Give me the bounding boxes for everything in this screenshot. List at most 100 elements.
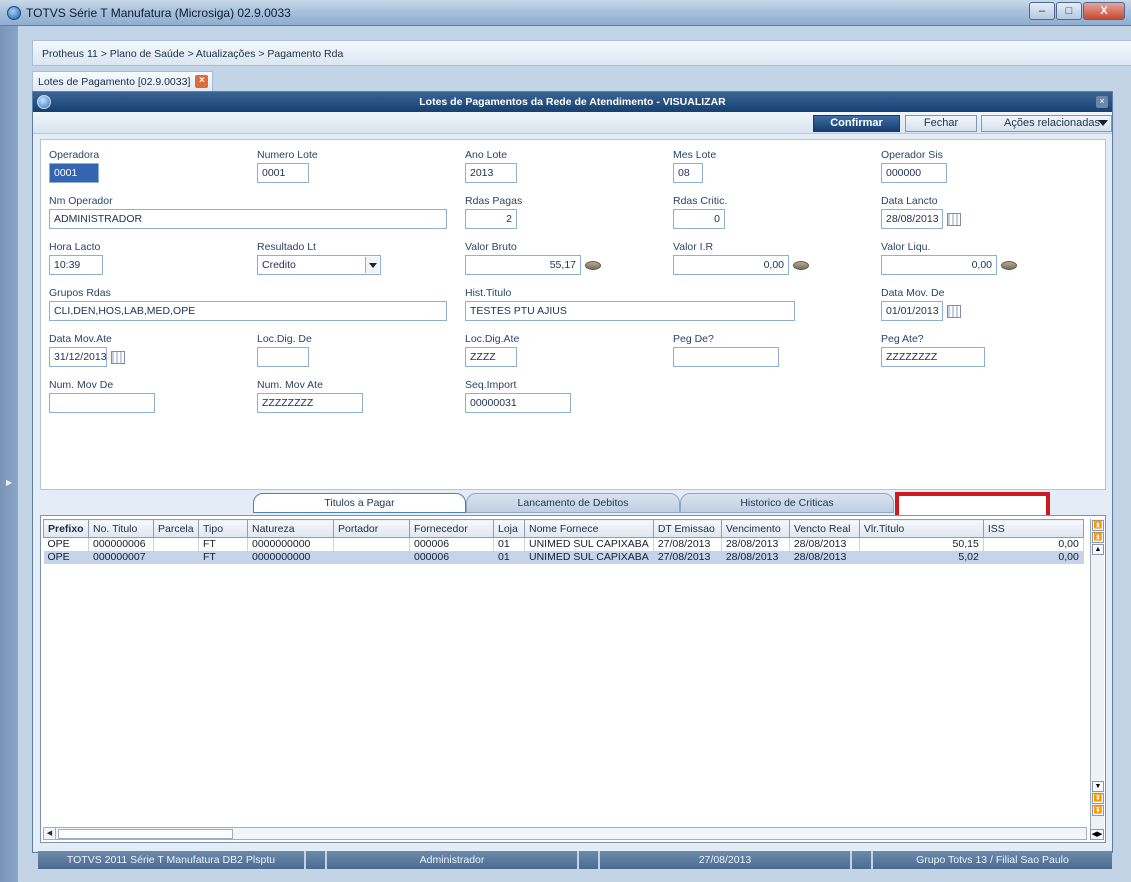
column-header[interactable]: No. Titulo: [88, 519, 154, 538]
num-mov-de-field: Num. Mov De: [49, 379, 155, 413]
column-header[interactable]: Vencimento: [720, 519, 790, 538]
table-row[interactable]: OPE 000000006 FT 0000000000 000006 01 UN…: [43, 537, 1084, 551]
table-cell: 0,00: [983, 537, 1084, 551]
calendar-icon[interactable]: [947, 305, 961, 318]
column-header[interactable]: DT Emissao: [652, 519, 722, 538]
scroll-thumb[interactable]: [58, 829, 233, 839]
app-icon: [7, 6, 21, 20]
form-panel: Operadora 0001 Numero Lote 0001 Ano Lote…: [40, 139, 1106, 490]
document-tab-label[interactable]: Lotes de Pagamento [02.9.0033]: [38, 76, 190, 88]
scroll-left-icon[interactable]: ◀: [44, 828, 56, 839]
table-cell: 50,15: [859, 537, 984, 551]
column-header[interactable]: Loja: [493, 519, 525, 538]
hora-lacto-input[interactable]: 10:39: [49, 255, 103, 275]
scroll-first-icon[interactable]: ⏫: [1092, 520, 1104, 531]
table-cell: [333, 550, 410, 564]
grupos-rdas-input[interactable]: CLI,DEN,HOS,LAB,MED,OPE: [49, 301, 447, 321]
status-bar: TOTVS 2011 Série T Manufatura DB2 Plsptu…: [38, 851, 1112, 869]
table-header-row: Prefixo No. Titulo Parcela Tipo Natureza…: [43, 519, 1084, 538]
loc-dig-de-input[interactable]: [257, 347, 309, 367]
column-header[interactable]: Portador: [333, 519, 410, 538]
ano-lote-input[interactable]: 2013: [465, 163, 517, 183]
table-cell: 0000000000: [247, 537, 334, 551]
column-header[interactable]: Tipo: [198, 519, 248, 538]
scroll-page-up-icon[interactable]: ⏫: [1092, 532, 1104, 543]
column-header[interactable]: Natureza: [247, 519, 334, 538]
peg-ate-input[interactable]: ZZZZZZZZ: [881, 347, 985, 367]
folder-tabs: Titulos a Pagar Lancamento de Debitos Hi…: [253, 492, 1095, 520]
scroll-down-icon[interactable]: ▼: [1092, 781, 1104, 792]
calendar-icon[interactable]: [947, 213, 961, 226]
dialog-titlebar: Lotes de Pagamentos da Rede de Atendimen…: [33, 92, 1112, 112]
table-cell: 01: [493, 550, 525, 564]
close-window-button[interactable]: X: [1083, 2, 1125, 20]
operadora-input[interactable]: 0001: [49, 163, 99, 183]
column-header[interactable]: Nome Fornece: [524, 519, 654, 538]
calculator-icon[interactable]: [793, 261, 809, 270]
maximize-button[interactable]: □: [1056, 2, 1082, 20]
table-cell: FT: [198, 537, 248, 551]
breadcrumb-text: Protheus 11 > Plano de Saúde > Atualizaç…: [42, 48, 344, 60]
valor-ir-input[interactable]: 0,00: [673, 255, 789, 275]
scroll-last-icon[interactable]: ⏬: [1092, 805, 1104, 816]
scroll-up-icon[interactable]: ▲: [1092, 544, 1104, 555]
calculator-icon[interactable]: [585, 261, 601, 270]
table-cell: [333, 537, 410, 551]
confirm-button[interactable]: Confirmar: [813, 115, 900, 132]
ano-lote-field: Ano Lote 2013: [465, 149, 517, 183]
rdas-critic-input[interactable]: 0: [673, 209, 725, 229]
close-button[interactable]: Fechar: [905, 115, 977, 132]
operador-sis-input[interactable]: 000000: [881, 163, 947, 183]
column-header[interactable]: Vlr.Titulo: [858, 519, 984, 538]
loc-dig-de-field: Loc.Dig. De: [257, 333, 312, 367]
data-mov-ate-input[interactable]: 31/12/2013: [49, 347, 107, 367]
valor-bruto-input[interactable]: 55,17: [465, 255, 581, 275]
rdas-pagas-input[interactable]: 2: [465, 209, 517, 229]
horizontal-scrollbar[interactable]: ◀: [43, 827, 1087, 840]
data-lancto-input[interactable]: 28/08/2013: [881, 209, 943, 229]
resultado-lt-select[interactable]: Credito: [257, 255, 381, 275]
peg-de-input[interactable]: [673, 347, 779, 367]
calendar-icon[interactable]: [111, 351, 125, 364]
mes-lote-field: Mes Lote 08: [673, 149, 716, 183]
scroll-right-icon[interactable]: ◀▶: [1090, 829, 1104, 840]
table-cell: 0000000000: [247, 550, 334, 564]
nm-operador-input[interactable]: ADMINISTRADOR: [49, 209, 447, 229]
dialog-close-icon[interactable]: ×: [1096, 96, 1108, 108]
table-row[interactable]: OPE 000000007 FT 0000000000 000006 01 UN…: [43, 550, 1084, 564]
loc-dig-ate-field: Loc.Dig.Ate ZZZZ: [465, 333, 519, 367]
hist-titulo-input[interactable]: TESTES PTU AJIUS: [465, 301, 795, 321]
column-header[interactable]: Fornecedor: [409, 519, 494, 538]
tab-titulos-a-pagar[interactable]: Titulos a Pagar: [253, 493, 466, 513]
seq-import-input[interactable]: 00000031: [465, 393, 571, 413]
table-cell: FT: [198, 550, 248, 564]
dropdown-arrow-icon[interactable]: [365, 257, 379, 273]
num-mov-de-input[interactable]: [49, 393, 155, 413]
expand-arrow-icon[interactable]: ▶: [6, 478, 12, 487]
status-spacer: [579, 851, 600, 869]
column-header[interactable]: Prefixo: [43, 519, 89, 538]
document-tab[interactable]: Lotes de Pagamento [02.9.0033] ×: [32, 71, 214, 91]
close-tab-icon[interactable]: ×: [195, 75, 209, 88]
column-header[interactable]: Vencto Real: [788, 519, 860, 538]
peg-ate-label: Peg Ate?: [881, 333, 924, 345]
mes-lote-input[interactable]: 08: [673, 163, 703, 183]
num-mov-ate-input[interactable]: ZZZZZZZZ: [257, 393, 363, 413]
numero-lote-input[interactable]: 0001: [257, 163, 309, 183]
column-header[interactable]: ISS: [982, 519, 1084, 538]
valor-liqu-input[interactable]: 0,00: [881, 255, 997, 275]
column-header[interactable]: Parcela: [153, 519, 199, 538]
vertical-scrollbar[interactable]: ⏫ ⏫ ▲ ▼ ⏬ ⏬: [1090, 519, 1104, 830]
tab-lancamento-de-debitos[interactable]: Lancamento de Debitos: [466, 493, 680, 513]
table-cell: 28/08/2013: [789, 537, 860, 551]
calculator-icon[interactable]: [1001, 261, 1017, 270]
scroll-page-down-icon[interactable]: ⏬: [1092, 793, 1104, 804]
window-title: TOTVS Série T Manufatura (Microsiga) 02.…: [26, 6, 291, 20]
left-collapse-strip[interactable]: ▶: [0, 26, 18, 882]
related-actions-button[interactable]: Ações relacionadas: [981, 115, 1112, 132]
grupos-rdas-field: Grupos Rdas CLI,DEN,HOS,LAB,MED,OPE: [49, 287, 447, 321]
tab-historico-de-criticas[interactable]: Historico de Criticas: [680, 493, 894, 513]
loc-dig-ate-input[interactable]: ZZZZ: [465, 347, 517, 367]
data-mov-de-input[interactable]: 01/01/2013: [881, 301, 943, 321]
minimize-button[interactable]: –: [1029, 2, 1055, 20]
